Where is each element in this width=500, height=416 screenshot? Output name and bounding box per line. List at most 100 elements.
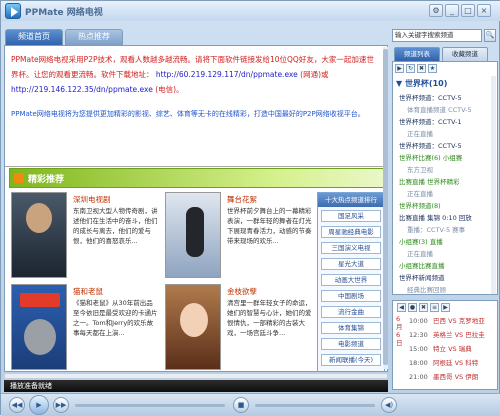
card-description: 清宫里一群年轻女子的命运，她们的智慧与心计，她们的爱恨情仇，一部精彩的古装大戏，… (227, 299, 312, 337)
channel-item[interactable]: 世界杯新闻频道 (399, 272, 491, 284)
list-icon[interactable]: ≡ (430, 303, 439, 312)
play-icon[interactable]: ▶ (395, 64, 404, 73)
prev-button[interactable]: ◀◀ (9, 397, 25, 413)
play-button[interactable]: ▶ (29, 395, 49, 415)
channel-item[interactable]: 重播：CCTV-5 赛事 (399, 224, 491, 236)
schedule-program: 阿根廷 VS 科特 (433, 359, 479, 367)
schedule-row[interactable]: 15:00 特立 VS 瑞典 (409, 343, 495, 355)
channel-item[interactable]: 世界杯比赛(6) 小组赛 (399, 152, 491, 164)
minimize-button[interactable]: _ (445, 4, 459, 17)
download-link-telecom[interactable]: http://219.146.122.35/dn/ppmate.exe (11, 85, 153, 94)
channel-item[interactable]: 正在直播 (399, 188, 491, 200)
schedule-program: 特立 VS 瑞典 (433, 345, 472, 353)
recommend-card[interactable]: 深圳电视剧 东南卫视大型人物传奇剧，讲述他们在生活中的奋斗，他们的成长与离去，他… (11, 192, 161, 282)
channel-item[interactable]: 小组赛比赛直播 (399, 260, 491, 272)
app-window: PPMate 网络电视 ⚙ _ □ × 频道首页 热点推荐 PPMate网络电视… (0, 0, 500, 416)
browser-content: PPMate网络电视采用P2P技术，观看人数越多越流畅。请将下面软件链接发给10… (4, 45, 388, 372)
card-thumbnail[interactable] (11, 192, 67, 278)
schedule-row[interactable]: 21:00 墨西哥 VS 伊朗 (409, 371, 495, 383)
ranking-item[interactable]: 电影频道 (321, 338, 381, 350)
channel-item[interactable]: 经典比赛回顾 (399, 284, 491, 294)
schedule-day: 6月6日 (396, 315, 403, 347)
record-icon[interactable]: ● (408, 303, 417, 312)
channel-scrollbar[interactable] (491, 76, 496, 294)
title-bar[interactable]: PPMate 网络电视 ⚙ _ □ × (1, 1, 500, 21)
channel-item[interactable]: 正在直播 (399, 128, 491, 140)
refresh-icon[interactable]: ↻ (406, 64, 415, 73)
channel-item[interactable]: 世界杯频道：CCTV-1 (399, 116, 491, 128)
channel-item[interactable]: 比赛直播 集锦 0:10 回放 (399, 212, 491, 224)
channel-item[interactable]: 小组赛(3) 直播 (399, 236, 491, 248)
card-description: 世界杯前夕舞台上的一幕精彩表演，一群年轻的舞者在灯光下展现青春活力，动感的节奏带… (227, 207, 312, 245)
schedule-row[interactable]: 18:00 阿根廷 VS 科特 (409, 357, 495, 369)
card-title[interactable]: 猫和老鼠 (73, 286, 103, 297)
delete-icon[interactable]: ✖ (419, 303, 428, 312)
schedule-row[interactable]: 12:30 英格兰 VS 巴拉圭 (409, 329, 495, 341)
download-link-netcom[interactable]: http://60.219.129.117/dn/ppmate.exe (156, 70, 298, 79)
recommend-card[interactable]: 金枝欲孽 清宫里一群年轻女子的命运，她们的智慧与心计，她们的爱恨情仇，一部精彩的… (165, 284, 315, 371)
ranking-header: 十大热点频道排行 (318, 193, 384, 207)
ranking-item[interactable]: 星光大道 (321, 258, 381, 270)
channel-item[interactable]: 体育直播频道 CCTV-5 (399, 104, 491, 116)
mute-button[interactable]: ◀) (381, 397, 397, 413)
channel-item[interactable]: 比赛直播 世界杯精彩 (399, 176, 491, 188)
channel-item[interactable]: 世界杯频道：CCTV-5 (399, 140, 491, 152)
card-title[interactable]: 舞台花絮 (227, 194, 257, 205)
schedule-time: 18:00 (409, 359, 428, 367)
card-thumbnail[interactable] (11, 284, 67, 370)
ranking-item[interactable]: 周星驰经典电影 (321, 226, 381, 238)
card-description: 《猫和老鼠》从30年前出品至今依旧是最受欢迎的卡通片之一。Tom和Jerry的欢… (73, 299, 158, 337)
settings-icon[interactable]: ⚙ (429, 4, 443, 17)
divider (5, 166, 387, 167)
schedule-program: 巴西 VS 克罗地亚 (433, 317, 485, 325)
ranking-item[interactable]: 新闻联播(今天) (321, 354, 381, 366)
schedule-row[interactable]: 10:00 巴西 VS 克罗地亚 (409, 315, 495, 327)
favorite-icon[interactable]: ★ (428, 64, 437, 73)
content-horizontal-scrollbar[interactable] (4, 373, 388, 379)
tab-channel-home[interactable]: 频道首页 (5, 29, 63, 45)
channel-item[interactable]: 世界杯频道(8) (399, 200, 491, 212)
scrollbar-thumb[interactable] (383, 49, 388, 365)
ranking-item[interactable]: 国足风采 (321, 210, 381, 222)
ranking-item[interactable]: 中国剧场 (321, 290, 381, 302)
search-button[interactable]: 🔍 (484, 29, 496, 42)
delete-icon[interactable]: ✖ (417, 64, 426, 73)
next-button[interactable]: ▶▶ (53, 397, 69, 413)
channel-item[interactable]: 东方卫视 (399, 164, 491, 176)
app-logo-icon (5, 3, 21, 19)
right-panel: 输入关键字搜索频道 🔍 频道列表 收藏频道 ▶ ↻ ✖ ★ ▼ 世界杯(10) … (392, 25, 498, 391)
channel-item[interactable]: 正在直播 (399, 248, 491, 260)
content-vertical-scrollbar[interactable] (383, 47, 388, 369)
tab-channel-list[interactable]: 频道列表 (394, 47, 440, 61)
card-title[interactable]: 金枝欲孽 (227, 286, 257, 297)
card-thumbnail[interactable] (165, 284, 221, 370)
close-button[interactable]: × (477, 4, 491, 17)
volume-slider[interactable] (255, 404, 375, 407)
tab-favorites[interactable]: 收藏频道 (442, 47, 488, 61)
notice-blue-text: PPMate网络电视将为您提供更加精彩的影视、综艺、体育等无卡的在线精彩，打造中… (11, 110, 365, 118)
recommend-card[interactable]: 舞台花絮 世界杯前夕舞台上的一幕精彩表演，一群年轻的舞者在灯光下展现青春活力，动… (165, 192, 315, 282)
ranking-item[interactable]: 动画大世界 (321, 274, 381, 286)
channel-item[interactable]: 世界杯频道：CCTV-5 (399, 92, 491, 104)
schedule-panel: ◀ ● ✖ ≡ ▶ 6月6日 10:00 巴西 VS 克罗地亚 12:30 英格兰 V… (392, 300, 498, 390)
prev-day-icon[interactable]: ◀ (397, 303, 406, 312)
ranking-item[interactable]: 三国演义电视 (321, 242, 381, 254)
card-title[interactable]: 深圳电视剧 (73, 194, 111, 205)
recommend-card[interactable]: 猫和老鼠 《猫和老鼠》从30年前出品至今依旧是最受欢迎的卡通片之一。Tom和Je… (11, 284, 161, 371)
maximize-button[interactable]: □ (461, 4, 475, 17)
channel-list: ▶ ↻ ✖ ★ ▼ 世界杯(10) 世界杯频道：CCTV-5 体育直播频道 CCT… (392, 61, 498, 295)
schedule-program: 墨西哥 VS 伊朗 (433, 373, 479, 381)
tab-hot-recommend[interactable]: 热点推荐 (65, 29, 123, 45)
main-tabs: 频道首页 热点推荐 (1, 25, 391, 45)
card-thumbnail[interactable] (165, 192, 221, 278)
stop-button[interactable]: ■ (233, 397, 249, 413)
window-title: PPMate 网络电视 (25, 8, 103, 18)
ranking-item[interactable]: 体育集锦 (321, 322, 381, 334)
status-bar: 播放准备就绪 (4, 380, 388, 392)
search-input[interactable]: 输入关键字搜索频道 (392, 29, 482, 42)
next-day-icon[interactable]: ▶ (441, 303, 450, 312)
channel-group-title[interactable]: ▼ 世界杯(10) (396, 78, 447, 89)
progress-bar[interactable] (75, 404, 225, 407)
schedule-time: 12:30 (409, 331, 428, 339)
ranking-item[interactable]: 流行金曲 (321, 306, 381, 318)
